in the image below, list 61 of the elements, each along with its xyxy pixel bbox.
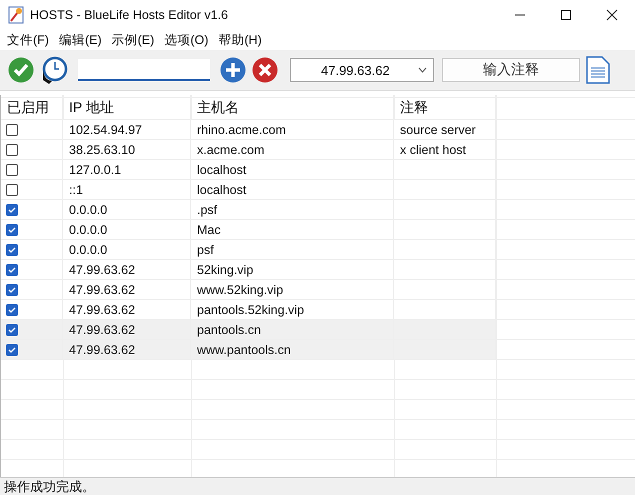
menu-item[interactable]: 示例(E) (106, 32, 160, 48)
add-icon[interactable] (220, 57, 246, 83)
ip-address-cell: 47.99.63.62 (69, 342, 136, 356)
hostname-cell: pantools.52king.vip (197, 302, 304, 316)
ip-address-cell: 0.0.0.0 (69, 222, 108, 236)
check-icon[interactable] (8, 57, 34, 83)
delete-icon[interactable] (252, 57, 278, 83)
hostname-cell: www.pantools.cn (197, 342, 291, 356)
checkbox[interactable] (6, 184, 18, 196)
ip-address-cell: 102.54.94.97 (69, 122, 142, 136)
menu-item[interactable]: 帮助(H) (213, 32, 267, 48)
checkbox[interactable] (6, 204, 18, 216)
checkbox[interactable] (6, 304, 18, 316)
checkbox[interactable] (6, 264, 18, 276)
comment-cell: source server (400, 122, 476, 136)
ip-dropdown[interactable]: 47.99.63.62 (290, 58, 434, 82)
checkbox[interactable] (6, 164, 18, 176)
app-icon (8, 6, 24, 24)
ip-address-cell: 38.25.63.10 (69, 142, 136, 156)
checkbox[interactable] (6, 344, 18, 356)
hostname-cell: psf (197, 242, 214, 256)
menu-item[interactable]: 编辑(E) (54, 32, 107, 48)
hostname-cell: www.52king.vip (197, 282, 284, 296)
hostname-cell: x.acme.com (197, 142, 264, 156)
hostname-cell: localhost (197, 162, 246, 176)
ip-address-cell: 47.99.63.62 (69, 262, 136, 276)
column-header[interactable]: IP 地址 (69, 98, 114, 116)
checkbox[interactable] (6, 284, 18, 296)
ip-address-cell: 47.99.63.62 (69, 322, 136, 336)
hostname-cell: pantools.cn (197, 322, 261, 336)
ip-address-cell: 47.99.63.62 (69, 302, 136, 316)
table-row[interactable]: 47.99.63.62 www.pantools.cn (1, 340, 496, 360)
comment-button[interactable]: 输入注释 (442, 58, 580, 82)
document-icon[interactable] (586, 56, 610, 84)
checkbox[interactable] (6, 244, 18, 256)
ip-address-cell: ::1 (69, 182, 83, 196)
comment-cell: x client host (400, 142, 466, 156)
column-header[interactable]: 已启用 (7, 98, 49, 116)
hostname-cell: rhino.acme.com (197, 122, 286, 136)
hostname-cell: Mac (197, 222, 221, 236)
status-text: 操作成功完成。 (4, 479, 95, 494)
hostname-cell: .psf (197, 202, 218, 216)
checkbox[interactable] (6, 124, 18, 136)
checkbox[interactable] (6, 144, 18, 156)
ip-address-cell: 0.0.0.0 (69, 242, 108, 256)
column-header[interactable]: 注释 (400, 98, 428, 116)
menu-item[interactable]: 选项(O) (159, 32, 214, 48)
table-row[interactable]: 47.99.63.62 pantools.cn (1, 320, 496, 340)
ip-address-cell: 127.0.0.1 (69, 162, 122, 176)
ip-address-cell: 47.99.63.62 (69, 282, 136, 296)
hostname-cell: localhost (197, 182, 246, 196)
hostname-cell: 52king.vip (197, 262, 254, 276)
caret-icon (418, 67, 427, 73)
clock-icon[interactable] (40, 56, 68, 84)
menu-item[interactable]: 文件(F) (2, 32, 54, 48)
checkbox[interactable] (6, 224, 18, 236)
column-header[interactable]: 主机名 (197, 98, 239, 116)
input-field[interactable] (78, 59, 210, 81)
checkbox[interactable] (6, 324, 18, 336)
ip-address-cell: 0.0.0.0 (69, 202, 108, 216)
window-title: HOSTS - BlueLife Hosts Editor v1.6 (30, 8, 228, 22)
